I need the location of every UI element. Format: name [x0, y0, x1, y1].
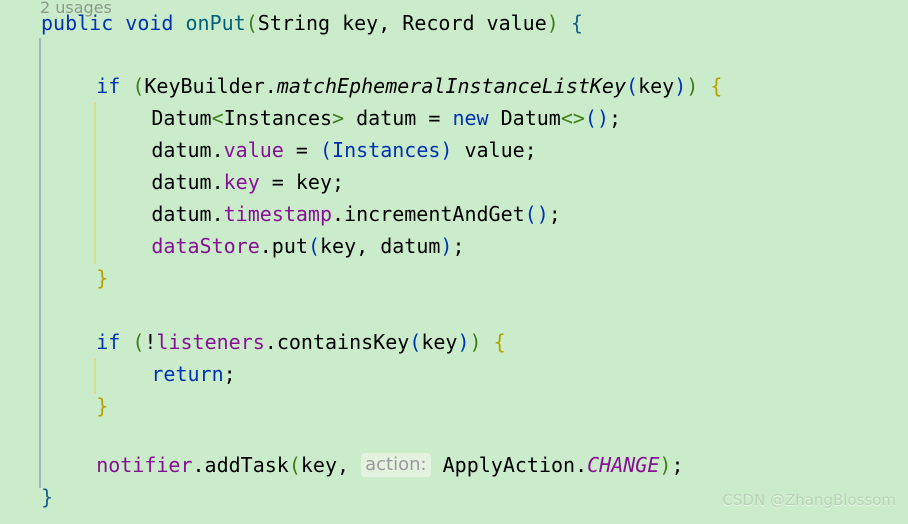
code-token: public — [41, 11, 114, 35]
code-token: ApplyAction. — [430, 453, 588, 477]
code-token: } — [96, 266, 109, 290]
code-line[interactable]: public void onPut(String key, Record val… — [0, 8, 908, 40]
code-token: key — [421, 330, 458, 354]
code-text-layer[interactable]: public void onPut(String key, Record val… — [0, 0, 908, 524]
code-token: datum. — [151, 138, 224, 162]
code-token: } — [96, 394, 109, 418]
code-token: ( — [132, 74, 145, 98]
code-token: { — [493, 330, 506, 354]
code-token: ; — [452, 234, 465, 258]
code-token: ; — [223, 362, 236, 386]
code-line[interactable]: datum.timestamp.incrementAndGet(); — [0, 199, 908, 231]
code-token: ( — [132, 330, 145, 354]
code-line[interactable]: datum.key = key; — [0, 167, 908, 199]
code-token: matchEphemeralInstanceListKey — [276, 74, 627, 98]
code-token: dataStore — [151, 234, 260, 258]
code-token: Datum — [488, 106, 561, 130]
code-token: KeyBuilder. — [144, 74, 277, 98]
code-token: new — [452, 106, 489, 130]
code-token: ( — [626, 74, 639, 98]
code-token: = key; — [259, 170, 345, 194]
code-token: ( — [307, 234, 320, 258]
code-token: ) — [674, 74, 687, 98]
code-line[interactable]: Datum<Instances> datum = new Datum<>(); — [0, 103, 908, 135]
code-line[interactable]: if (KeyBuilder.matchEphemeralInstanceLis… — [0, 71, 908, 103]
code-token: < — [211, 106, 224, 130]
code-token: if — [96, 330, 121, 354]
code-token: ; — [671, 453, 684, 477]
code-line[interactable]: return; — [0, 359, 908, 391]
code-token: value; — [452, 138, 537, 162]
code-token: ( — [584, 106, 597, 130]
code-token: ; — [609, 106, 622, 130]
code-token: onPut — [185, 11, 246, 35]
code-token: value — [223, 138, 284, 162]
code-token: > — [332, 106, 345, 130]
code-token: datum. — [151, 170, 224, 194]
code-token: Instances — [223, 106, 333, 130]
code-token: String key, Record value — [257, 11, 547, 35]
code-token: ) — [440, 234, 453, 258]
code-token: .containsKey — [264, 330, 410, 354]
code-token: ) — [469, 330, 482, 354]
code-token: ) — [659, 453, 672, 477]
code-token: datum. — [151, 202, 224, 226]
code-token: void — [125, 11, 174, 35]
code-token: notifier — [96, 453, 193, 477]
code-token: ) — [546, 11, 559, 35]
code-token: ( — [524, 202, 537, 226]
code-token: listeners — [156, 330, 265, 354]
code-token: key, datum — [319, 234, 441, 258]
code-token: ! — [144, 330, 157, 354]
code-token: if — [96, 74, 121, 98]
code-line[interactable]: datum.value = (Instances) value; — [0, 135, 908, 167]
code-token: = — [283, 138, 320, 162]
code-token: ; — [548, 202, 561, 226]
code-line[interactable]: if (!listeners.containsKey(key)) { — [0, 327, 908, 359]
code-editor-viewport[interactable]: 2 usages public void onPut(String key, R… — [0, 0, 908, 524]
code-token: Datum — [151, 106, 212, 130]
csdn-watermark: CSDN @ZhangBlossom — [722, 490, 896, 509]
code-token: return — [151, 362, 224, 386]
code-line[interactable]: dataStore.put(key, datum); — [0, 231, 908, 263]
code-token: .addTask — [192, 453, 289, 477]
code-token: { — [570, 11, 583, 35]
code-token: datum = — [344, 106, 453, 130]
code-token: .put — [259, 234, 308, 258]
code-token: key — [638, 74, 675, 98]
code-token: .incrementAndGet — [332, 202, 525, 226]
code-token: <> — [560, 106, 585, 130]
code-token: ) — [596, 106, 610, 130]
code-line[interactable]: notifier.addTask(key, action: ApplyActio… — [0, 450, 908, 482]
code-token: (Instances) — [319, 138, 453, 162]
code-line[interactable]: } — [0, 391, 908, 423]
code-token: { — [710, 74, 723, 98]
code-token: ) — [457, 330, 470, 354]
code-token: timestamp — [223, 202, 333, 226]
code-token: key, — [300, 453, 362, 477]
code-token: CHANGE — [587, 453, 660, 477]
code-line[interactable]: } — [0, 263, 908, 295]
code-token: } — [41, 485, 54, 509]
code-token: ( — [409, 330, 422, 354]
code-token: ) — [536, 202, 549, 226]
code-line[interactable] — [0, 295, 908, 327]
code-token: ( — [288, 453, 301, 477]
parameter-inlay-hint[interactable]: action: — [361, 453, 431, 477]
code-token: key — [223, 170, 260, 194]
code-token: ) — [686, 74, 699, 98]
code-token: ( — [245, 11, 258, 35]
